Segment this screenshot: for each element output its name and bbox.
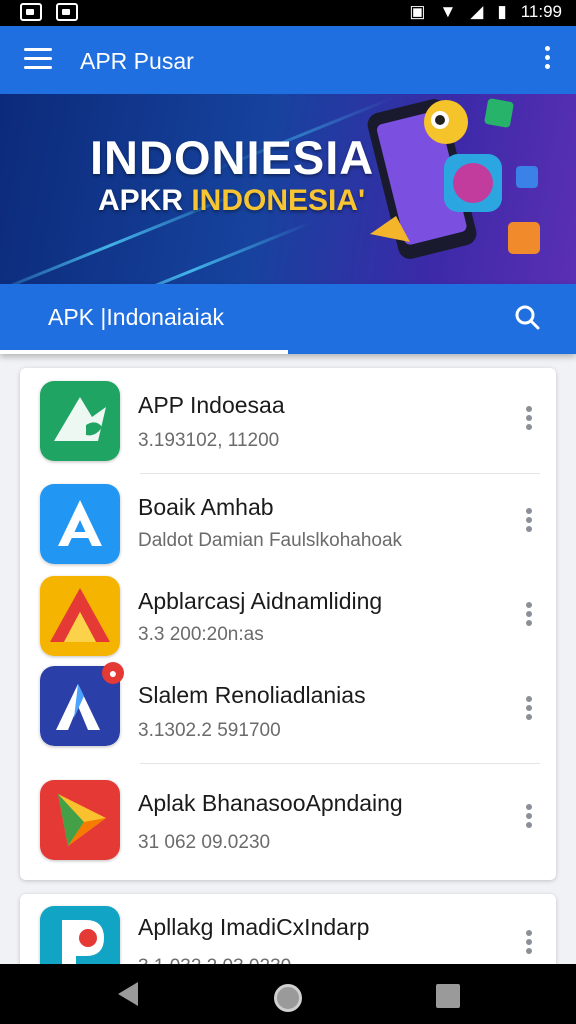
app-blue-a-icon [40,484,120,564]
phone-mascot-illustration [367,98,540,259]
search-input[interactable]: APK |Indonaiaiak [48,304,224,331]
app-bar: APR Pusar [0,26,576,94]
app-meta: 3.193102, 11200 [138,430,280,451]
recent-apps-icon[interactable] [436,984,460,1008]
app-name: Apblarcasj Aidnamliding [138,588,383,614]
list-item[interactable]: Apblarcasj Aidnamliding 3.3 200:20n:as [20,570,556,662]
app-name: Apllakg ImadiCxIndarp [138,914,370,940]
app-name: Slalem Renoliadlanias [138,682,366,708]
status-bar: ▣ ▼ ◢ ▮ 11:99 [0,0,576,26]
app-name: APP Indoesaa [138,392,285,418]
app-yellow-red-icon [40,576,120,656]
wifi-icon: ▼ [439,2,457,21]
list-item[interactable]: Boaik Amhab Daldot Damian Faulslkohahoak [20,474,556,570]
share-notification-icon [56,3,78,21]
list-item[interactable]: Aplak BhanasooApndaing 31 062 09.0230 [20,764,556,880]
search-icon[interactable] [514,304,540,330]
banner-subtitle: APKR INDONESIA' [98,184,366,217]
app-list-card: APP Indoesaa 3.193102, 11200 Boaik Amhab… [20,368,556,880]
app-meta: 31 062 09.0230 [138,832,271,853]
app-name: Aplak BhanasooApndaing [138,790,403,816]
app-navy-a-icon: ● [40,662,124,746]
more-options-icon[interactable] [524,930,534,958]
app-meta: 3.3 200:20n:as [138,624,264,645]
more-options-icon[interactable] [524,804,534,832]
status-time: 11:99 [520,2,562,21]
signal-icon: ◢ [470,2,484,21]
home-icon[interactable] [274,984,302,1012]
more-options-icon[interactable] [524,696,534,724]
battery-icon: ▮ [497,2,507,21]
gallery-notification-icon [20,3,42,21]
app-name: Boaik Amhab [138,494,274,520]
more-options-icon[interactable] [524,508,534,536]
promo-banner[interactable]: INDONIESIA APKR INDONESIA' [0,94,576,284]
app-meta: 3.1302.2 591700 [138,720,281,741]
more-options-icon[interactable] [524,406,534,434]
more-options-icon[interactable] [524,602,534,630]
app-red-play-icon [40,780,120,860]
app-meta: Daldot Damian Faulslkohahoak [138,530,403,551]
list-item[interactable]: ● Slalem Renoliadlanias 3.1302.2 591700 [20,662,556,764]
system-nav-bar [0,964,576,1024]
search-underline [0,350,288,354]
hamburger-menu-icon[interactable] [24,48,52,72]
overflow-menu-icon[interactable] [542,46,552,74]
vibrate-icon: ▣ [409,2,426,21]
list-item[interactable]: APP Indoesaa 3.193102, 11200 [20,368,556,474]
app-title: APR Pusar [80,48,194,74]
app-green-icon [40,381,120,461]
banner-title: INDONIESIA [90,131,375,184]
back-icon[interactable] [118,982,138,1006]
search-bar[interactable]: APK |Indonaiaiak [0,284,576,354]
